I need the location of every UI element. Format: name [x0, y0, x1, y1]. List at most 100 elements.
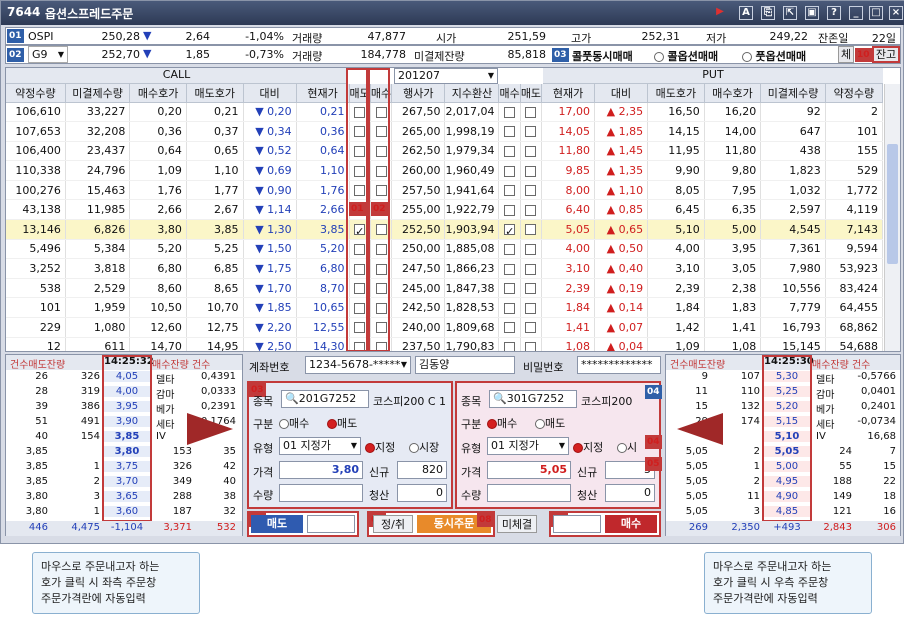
put-sell-check[interactable]	[520, 258, 543, 279]
call-ask[interactable]: 14,95	[186, 337, 244, 351]
table-row[interactable]: 43,138 11,985 2,66 2,67 ▼ 1,14 2,66 255,00 1,92…	[6, 199, 884, 221]
link-icon[interactable]: ⎘	[761, 6, 775, 20]
put-ask[interactable]: 6,45	[647, 199, 705, 221]
call-bid[interactable]: 6,80	[129, 258, 187, 279]
put-buy-check[interactable]	[498, 317, 521, 338]
font-icon[interactable]: A	[739, 6, 753, 20]
table-row[interactable]: 13,146 6,826 3,80 3,85 ▼ 1,30 3,85 ✓ 252,50 1,90…	[6, 219, 884, 240]
grid-scrollbar[interactable]	[884, 84, 900, 351]
qty-input[interactable]	[487, 484, 571, 502]
sell-radio[interactable]: 매도	[327, 415, 357, 431]
help-icon[interactable]: ?	[827, 6, 841, 20]
table-row[interactable]: 12 611 14,70 14,95 ▼ 2,50 14,30 237,50 1,790,83…	[6, 337, 884, 351]
scroll-thumb[interactable]	[887, 144, 898, 264]
put-ask[interactable]: 2,39	[647, 278, 705, 299]
put-bid[interactable]: 1,83	[704, 297, 762, 319]
call-ask[interactable]: 12,75	[186, 317, 244, 338]
sell-qty-field[interactable]	[307, 515, 355, 533]
type-select[interactable]: 01 지정가 ▼	[487, 437, 569, 455]
put-bid[interactable]: 5,00	[704, 219, 762, 240]
put-bid[interactable]: 1,08	[704, 337, 762, 351]
put-bid[interactable]: 1,41	[704, 317, 762, 338]
put-sell-check[interactable]	[520, 199, 543, 221]
put-sell-check[interactable]	[520, 160, 543, 181]
put-sell-check[interactable]	[520, 102, 543, 123]
call-ask[interactable]: 8,65	[186, 278, 244, 299]
call-bid[interactable]: 0,20	[129, 102, 187, 123]
price-input[interactable]: 3,80	[279, 461, 363, 479]
put-buy-check[interactable]	[498, 121, 521, 142]
call-ask[interactable]: 2,67	[186, 199, 244, 221]
limit-radio[interactable]: 지정	[573, 439, 603, 455]
call-bid[interactable]: 0,64	[129, 141, 187, 162]
table-row[interactable]: 538 2,529 8,60 8,65 ▼ 1,70 8,70 245,00 1,847,38…	[6, 278, 884, 299]
put-ask[interactable]: 8,05	[647, 180, 705, 201]
type-select[interactable]: 01 지정가 ▼	[279, 437, 361, 455]
radio-put[interactable]: 풋옵션매매	[742, 48, 806, 64]
put-bid[interactable]: 9,80	[704, 160, 762, 181]
call-ask[interactable]: 0,37	[186, 121, 244, 142]
month-select[interactable]: 201207 ▼	[394, 68, 498, 84]
call-ask[interactable]: 0,21	[186, 102, 244, 123]
buy-qty-field[interactable]	[553, 515, 601, 533]
call-ask[interactable]: 1,77	[186, 180, 244, 201]
correct-cancel-button[interactable]: 정/취	[373, 515, 413, 533]
put-sell-check[interactable]	[520, 219, 543, 240]
table-row[interactable]: 5,496 5,384 5,20 5,25 ▼ 1,50 5,20 250,00 1,885,…	[6, 239, 884, 260]
put-buy-check[interactable]	[498, 297, 521, 319]
minimize-icon[interactable]: _	[849, 6, 863, 20]
put-buy-check[interactable]	[498, 160, 521, 181]
call-ask[interactable]: 6,85	[186, 258, 244, 279]
put-bid[interactable]: 16,20	[704, 102, 762, 123]
put-ask[interactable]: 1,84	[647, 297, 705, 319]
put-bid[interactable]: 7,95	[704, 180, 762, 201]
put-buy-check[interactable]	[498, 258, 521, 279]
put-bid[interactable]: 2,38	[704, 278, 762, 299]
futures-select[interactable]: G9 ▼	[28, 46, 68, 63]
table-row[interactable]: 107,653 32,208 0,36 0,37 ▼ 0,34 0,36 265,00 1,9…	[6, 121, 884, 142]
call-bid[interactable]: 0,36	[129, 121, 187, 142]
put-bid[interactable]: 14,00	[704, 121, 762, 142]
qty-input[interactable]	[279, 484, 363, 502]
put-buy-check[interactable]	[498, 102, 521, 123]
market-radio[interactable]: 시장	[409, 439, 439, 455]
call-bid[interactable]: 10,50	[129, 297, 187, 319]
put-ask[interactable]: 1,42	[647, 317, 705, 338]
put-buy-check[interactable]	[498, 278, 521, 299]
put-buy-check[interactable]: ✓	[498, 219, 521, 240]
buy-radio[interactable]: 매수	[487, 415, 517, 431]
limit-radio[interactable]: 지정	[365, 439, 395, 455]
table-row[interactable]: 106,400 23,437 0,64 0,65 ▼ 0,52 0,64 262,50 1,9…	[6, 141, 884, 162]
put-buy-check[interactable]	[498, 337, 521, 351]
table-row[interactable]: 101 1,959 10,50 10,70 ▼ 1,85 10,65 242,50 1,828…	[6, 297, 884, 319]
put-buy-check[interactable]	[498, 141, 521, 162]
password-field[interactable]: *************	[577, 356, 661, 374]
put-bid[interactable]: 6,35	[704, 199, 762, 221]
balance-button[interactable]: 잔고	[872, 46, 900, 63]
table-row[interactable]: 110,338 24,796 1,09 1,10 ▼ 0,69 1,10 260,00 1,9…	[6, 160, 884, 181]
put-ask[interactable]: 9,90	[647, 160, 705, 181]
call-ask[interactable]: 1,10	[186, 160, 244, 181]
sell-button[interactable]: 매도	[251, 515, 303, 533]
table-row[interactable]: 229 1,080 12,60 12,75 ▼ 2,20 12,55 240,00 1,809…	[6, 317, 884, 338]
call-bid[interactable]: 5,20	[129, 239, 187, 260]
sell-radio[interactable]: 매도	[535, 415, 565, 431]
call-bid[interactable]: 1,09	[129, 160, 187, 181]
call-bid[interactable]: 2,66	[129, 199, 187, 221]
put-sell-check[interactable]	[520, 180, 543, 201]
account-select[interactable]: 1234-5678-***** ▼	[305, 356, 411, 374]
unfilled-button[interactable]: 미체결	[497, 515, 537, 533]
dock-icon[interactable]: ▣	[805, 6, 819, 20]
put-bid[interactable]: 3,95	[704, 239, 762, 260]
item-select[interactable]: 🔍301G7252	[489, 390, 577, 408]
put-sell-check[interactable]	[520, 297, 543, 319]
item-select[interactable]: 🔍201G7252	[281, 390, 369, 408]
close-icon[interactable]: ×	[889, 6, 903, 20]
put-ask[interactable]: 1,09	[647, 337, 705, 351]
maximize-icon[interactable]: □	[869, 6, 883, 20]
call-bid[interactable]: 14,70	[129, 337, 187, 351]
put-ask[interactable]: 16,50	[647, 102, 705, 123]
put-bid[interactable]: 3,05	[704, 258, 762, 279]
popup-icon[interactable]: ⇱	[783, 6, 797, 20]
table-row[interactable]: 106,610 33,227 0,20 0,21 ▼ 0,20 0,21 267,50 2,0…	[6, 102, 884, 123]
